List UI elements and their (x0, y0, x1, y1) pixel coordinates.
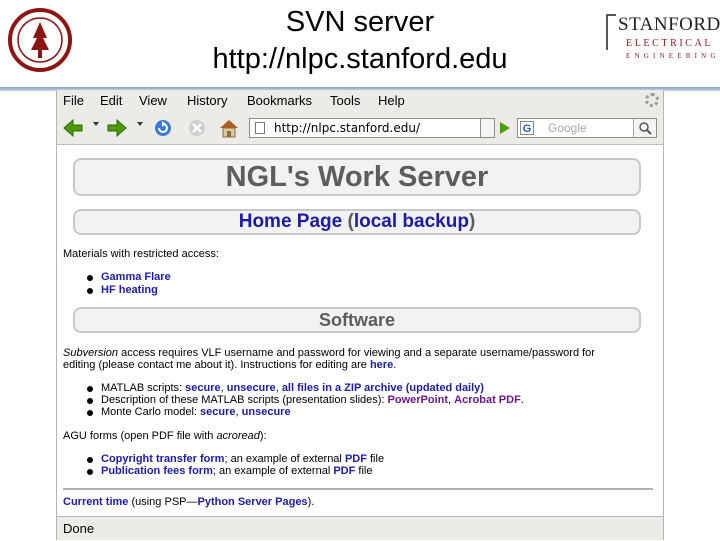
home-banner: Home Page (local backup) (73, 209, 641, 235)
monte-carlo-item: Monte Carlo model: secure, unsecure (101, 406, 291, 418)
go-button[interactable] (498, 120, 512, 141)
pubfee-item: Publication fees form; an example of ext… (101, 465, 373, 477)
home-button[interactable] (217, 117, 241, 139)
home-icon (220, 120, 238, 138)
publication-fees-link[interactable]: Publication fees form (101, 465, 213, 477)
back-arrow-icon (63, 118, 83, 138)
url-field[interactable]: http://nlpc.stanford.edu/ (249, 118, 481, 138)
stop-button[interactable] (185, 117, 209, 139)
bullet (87, 410, 93, 416)
bullet (87, 386, 93, 392)
current-time-link[interactable]: Current time (63, 496, 128, 508)
throbber-icon (645, 93, 659, 107)
status-bar: Done (57, 516, 663, 540)
back-history-dropdown[interactable] (93, 122, 99, 126)
menu-tools[interactable]: Tools (330, 93, 360, 108)
software-header: Software (73, 307, 641, 333)
forward-history-dropdown[interactable] (137, 122, 143, 126)
copyright-pdf-link[interactable]: PDF (345, 453, 367, 465)
page-content: NGL's Work Server Home Page (local backu… (57, 145, 663, 516)
menu-edit[interactable]: Edit (100, 93, 122, 108)
gamma-flare-link[interactable]: Gamma Flare (101, 271, 171, 283)
mc-secure-link[interactable]: secure (200, 406, 235, 418)
copyright-item: Copyright transfer form; an example of e… (101, 453, 385, 465)
matlab-zip-link[interactable]: all files in a ZIP archive (updated dail… (282, 382, 484, 394)
acrobat-pdf-link[interactable]: Acrobat PDF (454, 394, 521, 406)
search-field[interactable]: G Google (517, 118, 657, 138)
reload-button[interactable] (151, 117, 175, 139)
restricted-label: Materials with restricted access: (63, 248, 219, 260)
menu-help[interactable]: Help (378, 93, 405, 108)
hf-heating-link[interactable]: HF heating (101, 284, 158, 296)
svn-paragraph-line2: editing (please contact me about it). In… (63, 359, 397, 371)
page-header: NGL's Work Server (73, 158, 641, 196)
search-placeholder: Google (548, 121, 587, 135)
menu-file[interactable]: File (63, 93, 84, 108)
bullet (87, 275, 93, 281)
menu-bar: File Edit View History Bookmarks Tools H… (57, 90, 663, 112)
google-engine-icon[interactable]: G (520, 121, 534, 135)
copyright-form-link[interactable]: Copyright transfer form (101, 453, 224, 465)
matlab-secure-link[interactable]: secure (185, 382, 220, 394)
description-item: Description of these MATLAB scripts (pre… (101, 394, 524, 406)
matlab-unsecure-link[interactable]: unsecure (227, 382, 276, 394)
search-icon[interactable] (633, 119, 656, 137)
page-icon (255, 122, 265, 134)
url-text: http://nlpc.stanford.edu/ (274, 121, 421, 135)
browser-window: File Edit View History Bookmarks Tools H… (56, 90, 664, 540)
stop-icon (189, 120, 205, 136)
reload-icon (155, 120, 171, 136)
local-backup-link[interactable]: local backup (354, 211, 469, 232)
agu-forms-label: AGU forms (open PDF file with acroread): (63, 430, 267, 442)
back-button[interactable] (61, 117, 85, 139)
matlab-item: MATLAB scripts: secure, unsecure, all fi… (101, 382, 484, 394)
bullet (87, 288, 93, 294)
bullet (87, 469, 93, 475)
svn-here-link[interactable]: here (370, 359, 393, 371)
menu-history[interactable]: History (187, 93, 227, 108)
menu-view[interactable]: View (139, 93, 167, 108)
powerpoint-link[interactable]: PowerPoint (388, 394, 449, 406)
bullet (87, 398, 93, 404)
bullet (87, 457, 93, 463)
url-history-dropdown[interactable] (481, 118, 495, 138)
horizontal-rule (63, 488, 653, 490)
stanford-ee-logo: STANFORD ELECTRICAL ENGINEERING (604, 8, 720, 66)
forward-button[interactable] (105, 117, 129, 139)
current-time-line: Current time (using PSP—Python Server Pa… (63, 496, 315, 508)
pubfee-pdf-link[interactable]: PDF (333, 465, 355, 477)
home-page-link[interactable]: Home Page (239, 211, 342, 232)
psp-link[interactable]: Python Server Pages (198, 496, 308, 508)
menu-bookmarks[interactable]: Bookmarks (247, 93, 312, 108)
svn-paragraph-line1: Subversion access requires VLF username … (63, 347, 595, 359)
mc-unsecure-link[interactable]: unsecure (242, 406, 291, 418)
go-arrow-icon (500, 122, 510, 134)
forward-arrow-icon (107, 118, 127, 138)
navigation-toolbar: http://nlpc.stanford.edu/ G Google (57, 112, 663, 145)
